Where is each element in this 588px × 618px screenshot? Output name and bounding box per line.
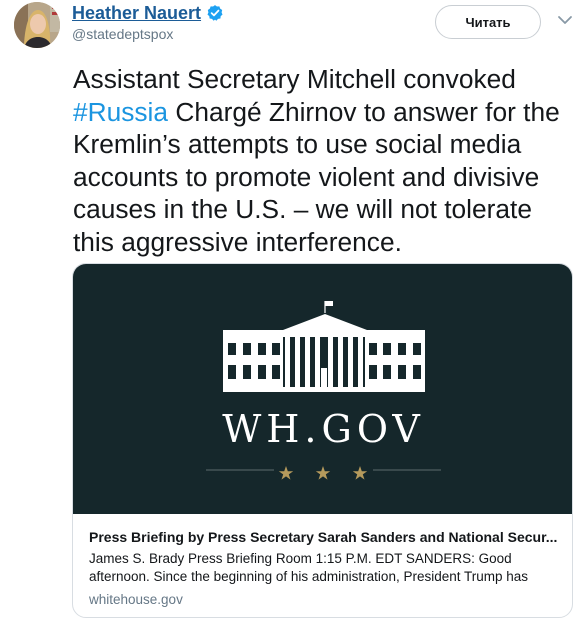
card-description: James S. Brady Press Briefing Room 1:15 … <box>89 551 529 584</box>
chevron-down-icon[interactable] <box>557 13 573 25</box>
avatar[interactable] <box>14 2 60 48</box>
author-handle[interactable]: @statedeptspox <box>72 26 224 42</box>
tweet-text-part: Assistant Secretary Mitchell convoked <box>73 64 516 94</box>
card-body[interactable]: Press Briefing by Press Secretary Sarah … <box>89 528 559 609</box>
verified-badge-icon <box>206 4 224 22</box>
author-block: Heather Nauert @statedeptspox <box>72 1 224 42</box>
hashtag-link[interactable]: #Russia <box>73 97 168 127</box>
name-row: Heather Nauert <box>72 1 224 25</box>
tweet-text: Assistant Secretary Mitchell convoked #R… <box>73 63 573 259</box>
follow-button[interactable]: Читать <box>435 5 541 39</box>
white-house-icon <box>206 301 441 480</box>
card-title[interactable]: Press Briefing by Press Secretary Sarah … <box>89 528 559 546</box>
link-preview-card[interactable]: WH.GOV Press Briefing by Press Secretary… <box>72 263 573 618</box>
author-name[interactable]: Heather Nauert <box>72 3 201 24</box>
avatar-photo <box>14 2 60 48</box>
card-logo-text: WH.GOV <box>222 407 425 451</box>
card-domain: whitehouse.gov <box>89 592 183 607</box>
card-image[interactable]: WH.GOV <box>73 264 572 514</box>
tweet: Heather Nauert @statedeptspox Читать Ass… <box>0 0 588 618</box>
